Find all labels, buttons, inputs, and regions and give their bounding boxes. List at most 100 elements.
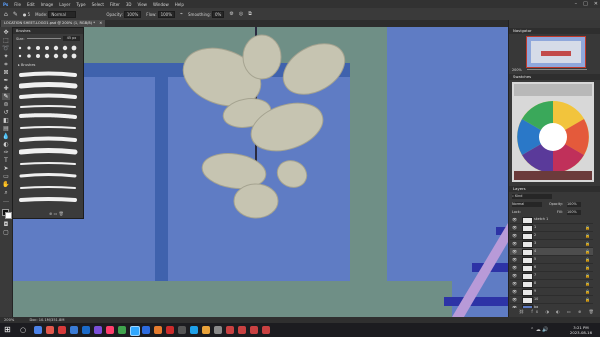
navigator-preview[interactable] <box>526 36 586 68</box>
visibility-eye-icon[interactable]: 👁 <box>512 232 517 239</box>
document-tab-close-icon[interactable]: ✕ <box>99 21 102 25</box>
lasso-tool-icon[interactable]: ➰ <box>2 45 10 52</box>
document-canvas[interactable] <box>12 27 508 317</box>
visibility-eye-icon[interactable]: 👁 <box>512 256 517 263</box>
visibility-eye-icon[interactable]: 👁 <box>512 216 517 223</box>
marquee-tool-icon[interactable]: ⬚ <box>2 37 10 44</box>
eyedropper-tool-icon[interactable]: ✒ <box>2 77 10 84</box>
layer-row[interactable]: 👁 1 🔒 <box>510 224 593 232</box>
dodge-tool-icon[interactable]: ◐ <box>2 141 10 148</box>
more-tools-icon[interactable]: … <box>2 197 10 204</box>
status-zoom[interactable]: 200% <box>4 318 14 322</box>
swatches-panel-header[interactable]: Swatches <box>509 74 600 80</box>
photoshop-taskbar-icon[interactable] <box>130 326 140 336</box>
airbrush-icon[interactable]: ⌁ <box>180 11 183 17</box>
rectangle-tool-icon[interactable]: ▭ <box>2 173 10 180</box>
recording-app-icon[interactable] <box>226 326 234 334</box>
home-icon[interactable]: ⌂ <box>4 11 8 18</box>
layers-panel-header[interactable]: Layers <box>509 186 600 192</box>
navigator-zoom-value[interactable]: 200% <box>512 68 522 72</box>
brush-panel-actions[interactable]: ⊕ ▭ 🗑 <box>49 211 64 216</box>
terminal-app-icon[interactable] <box>178 326 186 334</box>
layer-opacity-field[interactable]: 100% <box>567 202 581 207</box>
layer-row[interactable]: 👁 8 🔒 <box>510 280 593 288</box>
menu-type[interactable]: Type <box>76 2 85 7</box>
menu-help[interactable]: Help <box>175 2 184 7</box>
mail-app-icon[interactable] <box>190 326 198 334</box>
layer-row[interactable]: 👁 7 🔒 <box>510 272 593 280</box>
visibility-eye-icon[interactable]: 👁 <box>512 280 517 287</box>
layer-row[interactable]: 👁 3 🔒 <box>510 240 593 248</box>
brush-size-preset[interactable]: ● 5 <box>23 12 30 17</box>
smoothing-field[interactable]: 0% <box>211 10 225 18</box>
menu-filter[interactable]: Filter <box>110 2 120 7</box>
store-app-icon[interactable] <box>142 326 150 334</box>
menu-view[interactable]: View <box>137 2 147 7</box>
navigator-panel-header[interactable]: Navigator <box>509 28 600 34</box>
visibility-eye-icon[interactable]: 👁 <box>512 240 517 247</box>
symmetry-icon[interactable]: ⧉ <box>248 11 252 17</box>
menu-select[interactable]: Select <box>92 2 104 7</box>
blend-mode-select[interactable]: Normal <box>512 202 542 207</box>
layer-row[interactable]: 👁 6 🔒 <box>510 264 593 272</box>
path-selection-tool-icon[interactable]: ➤ <box>2 165 10 172</box>
menu-layer[interactable]: Layer <box>59 2 70 7</box>
recording-app-icon-4[interactable] <box>262 326 270 334</box>
brush-folder-label[interactable]: ▸ Brushes <box>18 63 35 67</box>
taskbar-clock[interactable]: 3:21 PM 2023-08-16 <box>570 325 592 335</box>
menu-window[interactable]: Window <box>153 2 169 7</box>
brush-size-slider[interactable] <box>27 38 61 39</box>
opacity-field[interactable]: 100% <box>123 10 142 18</box>
close-button[interactable]: ✕ <box>594 1 598 7</box>
zoom-tool-icon[interactable]: ⌕ <box>2 189 10 196</box>
browser-app-icon[interactable] <box>46 326 54 334</box>
search-icon[interactable]: ○ <box>20 326 26 334</box>
recording-app-icon-2[interactable] <box>238 326 246 334</box>
layer-row[interactable]: 👁 2 🔒 <box>510 232 593 240</box>
settings-app-icon[interactable] <box>214 326 222 334</box>
brush-tool-icon[interactable]: ✎ <box>2 93 10 100</box>
media-app-icon[interactable] <box>106 326 114 334</box>
layer-row[interactable]: 👁 5 🔒 <box>510 256 593 264</box>
steam-app-icon[interactable] <box>82 326 90 334</box>
screen-mode-icon[interactable]: ▢ <box>2 229 10 236</box>
youtube-app-icon[interactable] <box>166 326 174 334</box>
chrome-app-icon[interactable] <box>34 326 42 334</box>
gear-icon[interactable]: ⚙ <box>229 11 233 17</box>
crop-tool-icon[interactable]: ⌗ <box>2 61 10 68</box>
pdf-app-icon[interactable] <box>58 326 66 334</box>
chat-app-icon[interactable] <box>118 326 126 334</box>
clone-stamp-tool-icon[interactable]: ⊜ <box>2 101 10 108</box>
windows-start-icon[interactable]: ⊞ <box>4 325 11 334</box>
menu-file[interactable]: File <box>14 2 21 7</box>
brush-size-field[interactable]: 45 px <box>63 36 80 41</box>
fill-field[interactable]: 100% <box>567 210 581 215</box>
maximize-button[interactable]: □ <box>583 1 588 7</box>
menu-edit[interactable]: Edit <box>27 2 35 7</box>
hand-tool-icon[interactable]: ✋ <box>2 181 10 188</box>
pen-tool-icon[interactable]: ✑ <box>2 149 10 156</box>
visibility-eye-icon[interactable]: 👁 <box>512 288 517 295</box>
history-brush-tool-icon[interactable]: ↺ <box>2 109 10 116</box>
navigator-zoom-slider[interactable] <box>527 69 587 70</box>
brush-stroke-list[interactable] <box>19 70 79 210</box>
visibility-eye-icon[interactable]: 👁 <box>512 224 517 231</box>
obs-app-icon[interactable] <box>154 326 162 334</box>
layer-row-selected[interactable]: 👁 4 🔒 <box>510 248 593 256</box>
gradient-tool-icon[interactable]: ▤ <box>2 125 10 132</box>
layer-row-background[interactable]: 👁 bg <box>510 304 593 308</box>
frame-tool-icon[interactable]: ⊠ <box>2 69 10 76</box>
explorer-app-icon[interactable] <box>70 326 78 334</box>
pressure-size-icon[interactable]: ◎ <box>239 11 243 17</box>
discord-app-icon[interactable] <box>94 326 102 334</box>
layer-filter-select[interactable]: ⌕ Kind <box>512 194 552 199</box>
mode-select[interactable]: Normal <box>48 10 77 18</box>
healing-brush-tool-icon[interactable]: ✚ <box>2 85 10 92</box>
document-tab[interactable]: LOCATION SHEET-LOGO1.psd @ 200% (1, RGB/… <box>1 20 106 27</box>
quick-select-tool-icon[interactable]: ✦ <box>2 53 10 60</box>
quick-mask-icon[interactable]: ◘ <box>2 221 10 228</box>
layer-row[interactable]: 👁 10 🔒 <box>510 296 593 304</box>
flow-field[interactable]: 100% <box>157 10 175 18</box>
brush-tool-icon[interactable]: ✎ <box>13 11 18 18</box>
type-tool-icon[interactable]: T <box>2 157 10 164</box>
